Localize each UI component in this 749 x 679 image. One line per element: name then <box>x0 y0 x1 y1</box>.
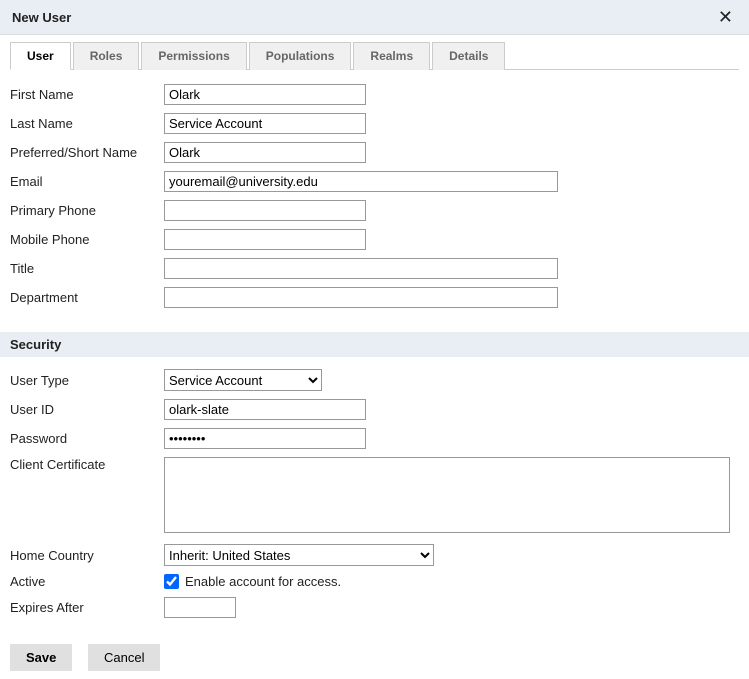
label-primary-phone: Primary Phone <box>10 203 164 218</box>
security-area: User Type Service Account User ID Passwo… <box>0 369 749 636</box>
security-section-header: Security <box>0 332 749 357</box>
active-checkbox-label: Enable account for access. <box>185 574 341 589</box>
label-preferred: Preferred/Short Name <box>10 145 164 160</box>
label-first-name: First Name <box>10 87 164 102</box>
label-department: Department <box>10 290 164 305</box>
cancel-button[interactable]: Cancel <box>88 644 160 671</box>
user-id-input[interactable] <box>164 399 366 420</box>
form-area: First Name Last Name Preferred/Short Nam… <box>0 70 749 326</box>
tab-populations[interactable]: Populations <box>249 42 352 70</box>
save-button[interactable]: Save <box>10 644 72 671</box>
tab-user[interactable]: User <box>10 42 71 70</box>
department-input[interactable] <box>164 287 558 308</box>
tab-roles[interactable]: Roles <box>73 42 140 70</box>
label-user-type: User Type <box>10 373 164 388</box>
label-last-name: Last Name <box>10 116 164 131</box>
mobile-phone-input[interactable] <box>164 229 366 250</box>
button-bar: Save Cancel <box>0 636 749 679</box>
active-checkbox[interactable] <box>164 574 179 589</box>
label-active: Active <box>10 574 164 589</box>
tab-realms[interactable]: Realms <box>353 42 430 70</box>
dialog-title: New User <box>12 10 71 25</box>
label-mobile-phone: Mobile Phone <box>10 232 164 247</box>
label-client-cert: Client Certificate <box>10 457 164 472</box>
expires-after-input[interactable] <box>164 597 236 618</box>
tab-details[interactable]: Details <box>432 42 505 70</box>
preferred-name-input[interactable] <box>164 142 366 163</box>
label-title: Title <box>10 261 164 276</box>
dialog-header: New User ✕ <box>0 0 749 35</box>
first-name-input[interactable] <box>164 84 366 105</box>
title-input[interactable] <box>164 258 558 279</box>
user-type-select[interactable]: Service Account <box>164 369 322 391</box>
label-password: Password <box>10 431 164 446</box>
tab-permissions[interactable]: Permissions <box>141 42 246 70</box>
label-user-id: User ID <box>10 402 164 417</box>
home-country-select[interactable]: Inherit: United States <box>164 544 434 566</box>
label-email: Email <box>10 174 164 189</box>
label-expires-after: Expires After <box>10 600 164 615</box>
last-name-input[interactable] <box>164 113 366 134</box>
client-cert-textarea[interactable] <box>164 457 730 533</box>
label-home-country: Home Country <box>10 548 164 563</box>
password-input[interactable] <box>164 428 366 449</box>
tabs: User Roles Permissions Populations Realm… <box>10 41 739 70</box>
email-input[interactable] <box>164 171 558 192</box>
close-icon[interactable]: ✕ <box>714 8 737 26</box>
primary-phone-input[interactable] <box>164 200 366 221</box>
